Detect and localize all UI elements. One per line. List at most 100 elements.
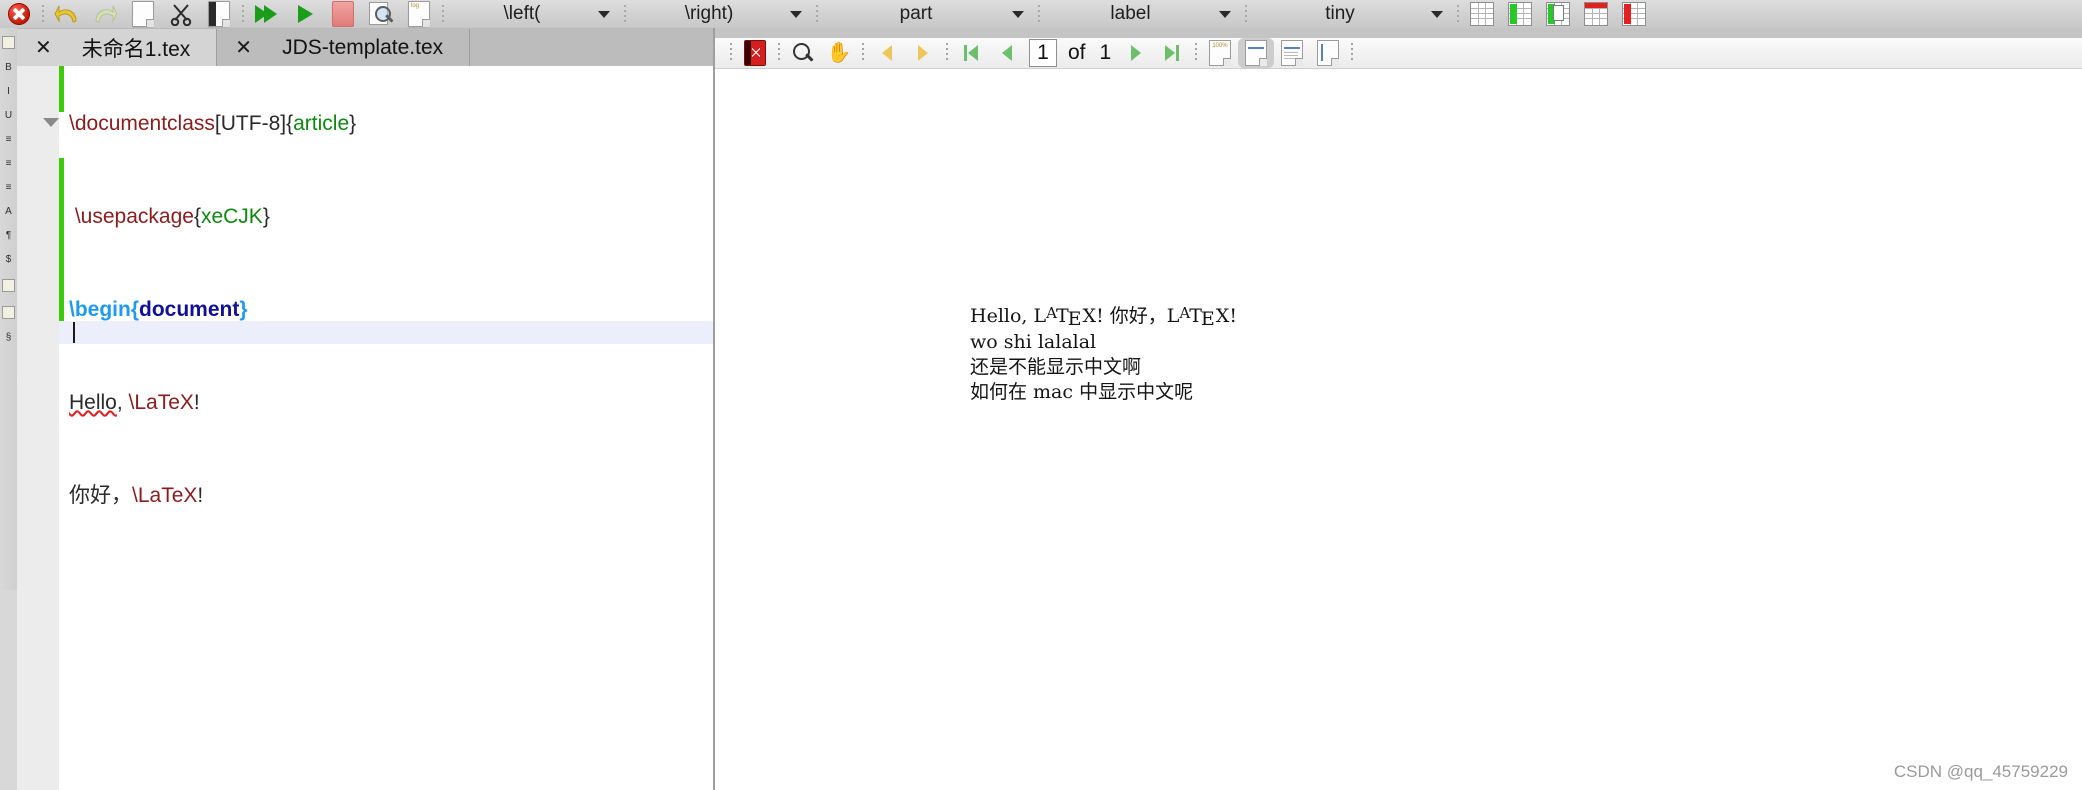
sidebar-item-label[interactable]: ≡ bbox=[6, 183, 12, 193]
toolbar-separator bbox=[1241, 0, 1251, 28]
sidebar-item-label[interactable]: B bbox=[5, 63, 12, 73]
toolbar-separator bbox=[620, 0, 630, 28]
stop-compile-icon[interactable] bbox=[324, 0, 362, 28]
sidebar-swatch-icon[interactable] bbox=[2, 306, 15, 319]
sectioning-value: part bbox=[899, 3, 933, 24]
table-paste-icon[interactable] bbox=[1539, 0, 1577, 28]
zoom-100-label: 100% bbox=[1212, 43, 1228, 49]
toolbar-separator bbox=[1346, 38, 1358, 68]
sidebar-item-label[interactable]: $ bbox=[6, 255, 12, 265]
fit-text-width-icon[interactable] bbox=[1274, 38, 1310, 68]
left-sidebar-strip[interactable]: B I U ≡ ≡ ≡ A ¶ $ § bbox=[0, 28, 18, 598]
cut-icon[interactable] bbox=[162, 0, 200, 28]
search-icon[interactable] bbox=[785, 38, 821, 68]
label-value: label bbox=[1110, 3, 1151, 24]
build-and-view-icon[interactable] bbox=[248, 0, 286, 28]
insert-table-icon[interactable] bbox=[1463, 0, 1501, 28]
code-editor-lower[interactable] bbox=[17, 590, 713, 790]
code-token: \begin{ bbox=[69, 298, 140, 321]
left-delimiter-value: \left( bbox=[503, 3, 541, 24]
code-token: UTF-8 bbox=[220, 112, 281, 136]
code-editor[interactable]: \documentclass[UTF-8]{article} \usepacka… bbox=[17, 66, 713, 590]
toolbar-separator bbox=[1453, 0, 1463, 28]
editor-gutter-lower bbox=[17, 590, 59, 790]
code-line[interactable]: \begin{document} bbox=[69, 298, 709, 321]
latex-logo: LATEX bbox=[1033, 304, 1097, 330]
fold-arrow-icon[interactable] bbox=[43, 118, 59, 127]
close-icon[interactable]: ✕ bbox=[235, 38, 252, 58]
latex-editor-window: log \left( \right) part label tiny B I U… bbox=[0, 0, 2082, 790]
zoom-100-icon[interactable]: 100% bbox=[1202, 38, 1238, 68]
hand-tool-icon[interactable]: ✋ bbox=[821, 38, 857, 68]
sidebar-swatch-icon[interactable] bbox=[2, 279, 15, 292]
left-delimiter-select[interactable]: \left( bbox=[448, 0, 620, 28]
table-red-row-icon[interactable] bbox=[1577, 0, 1615, 28]
chevron-down-icon bbox=[1012, 10, 1024, 18]
pane-splitter-lower bbox=[713, 590, 715, 790]
pdf-pane-header-strip bbox=[715, 28, 2082, 38]
label-select[interactable]: label bbox=[1044, 0, 1241, 28]
code-token: \documentclass bbox=[69, 112, 215, 136]
fit-page-icon[interactable] bbox=[1310, 38, 1346, 68]
table-green-column-icon[interactable] bbox=[1501, 0, 1539, 28]
next-view-icon[interactable] bbox=[905, 38, 941, 68]
close-icon[interactable]: ✕ bbox=[35, 38, 52, 58]
sectioning-select[interactable]: part bbox=[822, 0, 1034, 28]
pdf-line-suffix: ! bbox=[1229, 305, 1237, 327]
sidebar-item-label[interactable]: ≡ bbox=[6, 159, 12, 169]
toolbar-separator bbox=[38, 0, 48, 28]
watermark-text: CSDN @qq_45759229 bbox=[1893, 762, 2068, 781]
code-line[interactable]: \usepackage{xeCJK} bbox=[69, 205, 709, 228]
code-token: Hello bbox=[69, 390, 117, 414]
change-bar bbox=[59, 158, 64, 182]
stop-icon[interactable] bbox=[0, 0, 38, 28]
code-line[interactable]: 你好，\LaTeX! bbox=[69, 484, 709, 507]
pdf-preview-pane: ✋ 1 of 1 100% Hello, LATEX! 你好，LATEX! wo… bbox=[715, 28, 2082, 590]
pdf-line: 如何在 mac 中显示中文呢 bbox=[970, 381, 1194, 403]
code-line-empty[interactable] bbox=[69, 576, 709, 590]
open-in-acrobat-icon[interactable] bbox=[737, 38, 773, 68]
pdf-toolbar: ✋ 1 of 1 100% bbox=[715, 38, 2082, 69]
tab-untitled[interactable]: ✕ 未命名1.tex bbox=[17, 29, 218, 66]
code-token: 你好， bbox=[69, 483, 132, 507]
next-page-icon[interactable] bbox=[1118, 38, 1154, 68]
code-line[interactable]: \documentclass[UTF-8]{article} bbox=[69, 112, 709, 135]
page-number-input[interactable]: 1 bbox=[1029, 39, 1057, 67]
build-icon[interactable] bbox=[286, 0, 324, 28]
sidebar-item-label[interactable]: ≡ bbox=[6, 135, 12, 145]
sidebar-swatch-icon[interactable] bbox=[2, 36, 15, 49]
previous-view-icon[interactable] bbox=[869, 38, 905, 68]
sidebar-item-label[interactable]: U bbox=[5, 111, 12, 121]
toolbar-separator bbox=[1190, 38, 1202, 68]
paste-icon[interactable] bbox=[200, 0, 238, 28]
fontsize-select[interactable]: tiny bbox=[1251, 0, 1453, 28]
sidebar-item-label[interactable]: § bbox=[6, 333, 12, 343]
code-token: \LaTeX bbox=[128, 390, 194, 414]
copy-icon[interactable] bbox=[124, 0, 162, 28]
toolbar-separator bbox=[812, 0, 822, 28]
code-line[interactable]: Hello, \LaTeX! bbox=[69, 391, 709, 414]
code-token: ! bbox=[193, 390, 200, 414]
log-file-icon[interactable]: log bbox=[400, 0, 438, 28]
right-delimiter-select[interactable]: \right) bbox=[630, 0, 812, 28]
editor-text[interactable]: \documentclass[UTF-8]{article} \usepacka… bbox=[69, 66, 709, 590]
fit-width-icon[interactable] bbox=[1238, 38, 1275, 68]
last-page-icon[interactable] bbox=[1154, 38, 1190, 68]
first-page-icon[interactable] bbox=[953, 38, 989, 68]
chevron-down-icon bbox=[598, 10, 610, 18]
table-red-column-icon[interactable] bbox=[1615, 0, 1653, 28]
sidebar-item-label[interactable]: ¶ bbox=[6, 231, 11, 241]
page-total-label: 1 bbox=[1099, 41, 1112, 64]
sidebar-item-label[interactable]: I bbox=[7, 87, 10, 97]
tab-jds-template[interactable]: ✕ JDS-template.tex bbox=[217, 29, 471, 66]
undo-icon[interactable] bbox=[48, 0, 86, 28]
previous-page-icon[interactable] bbox=[989, 38, 1025, 68]
pdf-line: wo shi lalalal bbox=[970, 331, 1097, 353]
sidebar-item-label[interactable]: A bbox=[5, 207, 12, 217]
pdf-page-canvas[interactable]: Hello, LATEX! 你好，LATEX! wo shi lalalal 还… bbox=[715, 69, 2082, 590]
pdf-line: Hello, LATEX! 你好，LATEX! bbox=[970, 304, 1530, 330]
pdf-line-prefix: Hello, bbox=[970, 305, 1034, 327]
page-of-label: of bbox=[1068, 41, 1086, 64]
view-log-icon[interactable] bbox=[362, 0, 400, 28]
redo-icon[interactable] bbox=[86, 0, 124, 28]
